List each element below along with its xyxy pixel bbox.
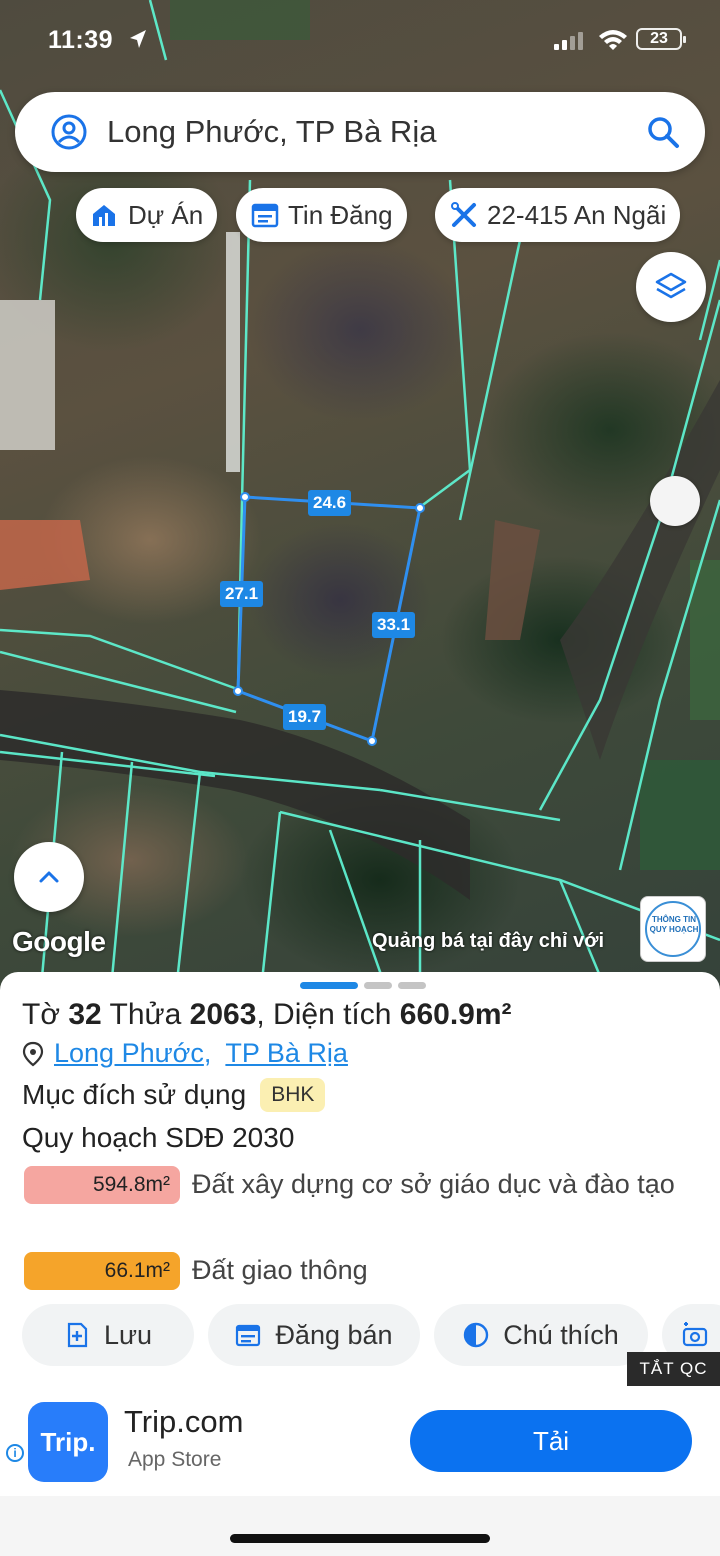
post-sale-label: Đăng bán [275,1319,393,1350]
home-indicator[interactable] [230,1534,490,1543]
edge-length-label: 33.1 [372,612,416,638]
plot-number: 2063 [189,998,257,1031]
sheet-number: 32 [68,998,102,1031]
page-dot-active [300,982,358,989]
zone-description: Đất giao thông [192,1255,368,1285]
ad-store-name: App Store [128,1448,222,1471]
area-label: , Diện tích [256,998,392,1031]
search-icon[interactable] [645,114,681,150]
purpose-label: Mục đích sử dụng [22,1079,247,1110]
signal-icon [554,32,583,50]
crossed-tools-icon [451,202,476,227]
expand-sheet-button[interactable] [14,842,84,912]
search-bar[interactable]: Long Phước, TP Bà Rịa [15,92,705,172]
save-label: Lưu [103,1319,153,1350]
app-install-ad[interactable]: i Trip. Trip.com App Store Tải [0,1386,720,1496]
zone-description: Đất xây dựng cơ sở giáo dục và đào tạo [192,1169,675,1199]
edge-length-label: 19.7 [283,704,327,730]
parcel-info-sheet[interactable]: Tờ 32 Thửa 2063, Diện tích 660.9m² Long … [0,972,720,1556]
edge-length-label: 24.6 [308,490,352,516]
chip-label: Tin Đăng [288,199,393,230]
sheet-page-indicator [300,982,426,989]
plan-label: Quy hoạch SDĐ 2030 [22,1122,295,1153]
plot-prefix: Thửa [109,998,182,1031]
status-bar: 11:39 23 [0,0,720,80]
parcel-area: 660.9m² [399,998,512,1031]
layers-button[interactable] [636,252,706,322]
battery-indicator: 23 [636,28,686,50]
map-view[interactable]: 24.6 27.1 33.1 19.7 11:39 23 Long Phước,… [0,0,720,1000]
ad-info-icon[interactable]: i [6,1444,24,1462]
install-button[interactable]: Tải [410,1410,692,1472]
parcel-title: Tờ 32 Thửa 2063, Diện tích 660.9m² [22,998,512,1032]
chip-du-an[interactable]: Dự Án [76,188,218,242]
chevron-up-icon [39,871,59,883]
quy-hoach-logo[interactable]: THÔNG TIN QUY HOẠCH [640,896,706,962]
ward-link[interactable]: Long Phước [54,1038,204,1069]
logo-text: THÔNG TIN QUY HOẠCH [649,915,699,934]
post-sale-button[interactable]: Đăng bán [208,1304,420,1366]
legend-label: Chú thích [503,1319,619,1350]
camera-add-icon [682,1322,708,1347]
chip-planning-area[interactable]: 22-415 An Ngãi [435,188,681,242]
page-dot [364,982,392,989]
half-circle-icon [464,1322,489,1348]
edge-length-label: 27.1 [220,581,264,607]
zone-area-pill: 66.1m² [24,1252,180,1290]
calendar-icon [251,203,279,228]
bottom-safe-area [0,1496,720,1556]
add-file-icon [67,1322,88,1348]
search-input[interactable]: Long Phước, TP Bà Rịa [107,112,436,152]
house-chart-icon [93,205,115,226]
map-scroll-handle[interactable] [650,476,700,526]
location-arrow-icon [130,30,146,48]
layers-icon [655,272,687,299]
parcel-location: Long Phước, TP Bà Rịa [22,1038,348,1069]
land-use-purpose: Mục đích sử dụng BHK [22,1078,326,1112]
status-time: 11:39 [48,26,114,54]
legend-button[interactable]: Chú thích [434,1304,648,1366]
wifi-icon [599,30,627,50]
close-ad-button[interactable]: TẮT QC [627,1352,720,1386]
trip-app-logo: Trip. [28,1402,108,1482]
page-dot [398,982,426,989]
sheet-prefix: Tờ [22,998,60,1031]
save-button[interactable]: Lưu [22,1304,194,1366]
zone-area-pill: 594.8m² [24,1166,180,1204]
google-logo: Google [12,926,106,957]
chip-label: 22-415 An Ngãi [487,199,667,230]
ad-app-name: Trip.com [124,1404,244,1439]
city-link[interactable]: TP Bà Rịa [225,1038,348,1069]
user-icon[interactable] [51,114,87,150]
purpose-code-badge: BHK [260,1078,326,1112]
chip-tin-dang[interactable]: Tin Đăng [236,188,407,242]
chip-label: Dự Án [128,199,204,230]
location-pin-icon [22,1041,44,1066]
map-ad-banner[interactable]: Quảng bá tại đây chỉ với [372,930,642,953]
calendar-icon [236,1324,261,1347]
